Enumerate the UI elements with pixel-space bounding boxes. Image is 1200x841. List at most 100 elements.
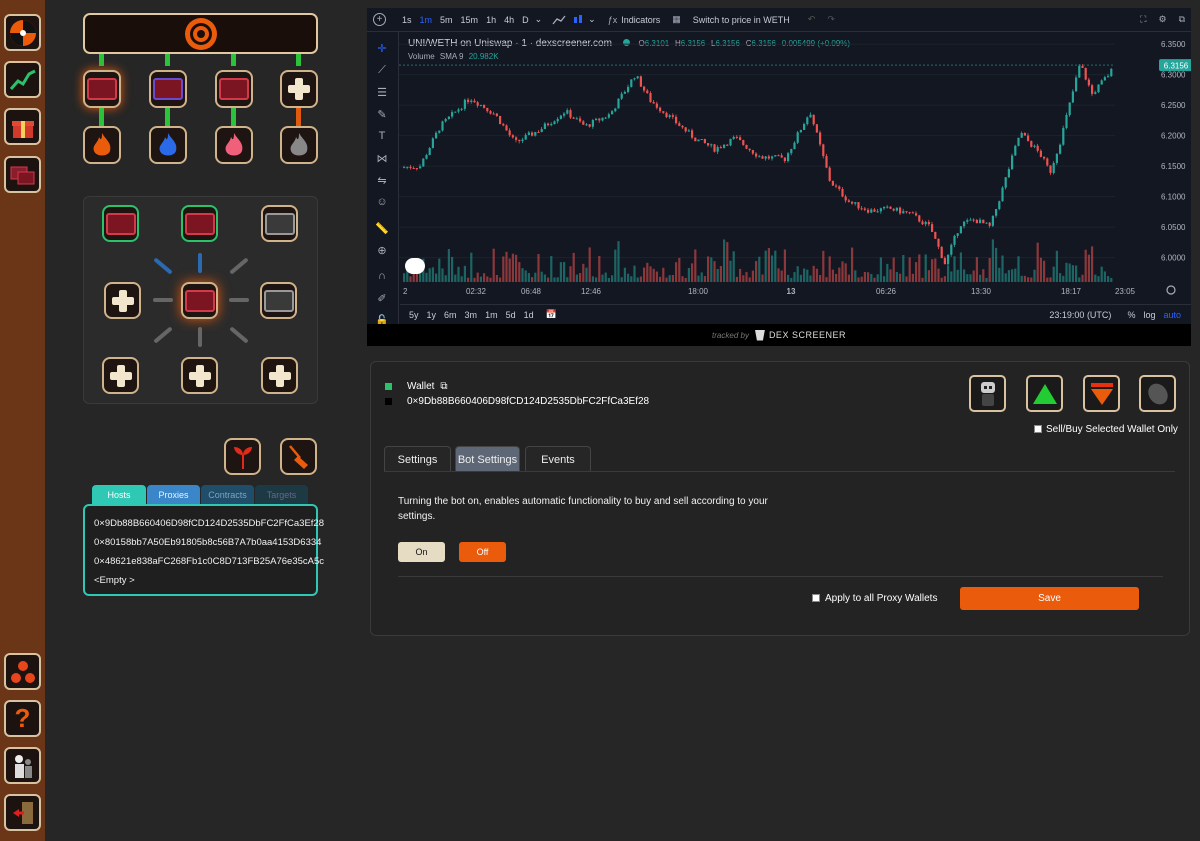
switch-price-button[interactable]: Switch to price in WETH bbox=[693, 15, 790, 25]
fullscreen-icon[interactable]: ⛶ bbox=[1140, 14, 1146, 25]
sell-button[interactable] bbox=[1083, 375, 1120, 412]
list-item[interactable]: 0×80158bb7A50Eb91805b8c56B7A7b0aa4153D63… bbox=[85, 533, 321, 552]
axis-settings-icon[interactable] bbox=[1166, 285, 1176, 295]
brush-tool-icon[interactable]: ✎ bbox=[375, 108, 389, 122]
range-6m[interactable]: 6m bbox=[444, 310, 457, 320]
zoom-in-icon[interactable]: ⊕ bbox=[375, 244, 389, 258]
bot-on-button[interactable]: On bbox=[398, 542, 445, 562]
sell-buy-selected-checkbox[interactable] bbox=[1034, 425, 1042, 433]
candle bbox=[623, 91, 626, 94]
help-button[interactable]: ? bbox=[4, 700, 41, 737]
target-logo-button[interactable] bbox=[4, 14, 41, 51]
fire-slot-1[interactable] bbox=[83, 126, 121, 164]
layout-grid-icon[interactable]: ▦ bbox=[672, 14, 681, 25]
tab-bot-settings[interactable]: Bot Settings bbox=[455, 446, 520, 472]
tab-targets[interactable]: Targets bbox=[255, 485, 308, 504]
snapshot-icon[interactable]: ⧉ bbox=[1179, 14, 1185, 25]
volume-bar bbox=[783, 249, 786, 282]
tab-events[interactable]: Events bbox=[525, 446, 591, 472]
fire-group-button[interactable] bbox=[4, 653, 41, 690]
gear-icon[interactable]: ⚙ bbox=[1158, 14, 1166, 25]
wallet-slot-1[interactable] bbox=[83, 70, 121, 108]
fib-tool-icon[interactable]: ☰ bbox=[375, 86, 389, 100]
chevron-down-icon[interactable]: ⌄ bbox=[535, 14, 543, 25]
range-1y[interactable]: 1y bbox=[427, 310, 437, 320]
candle bbox=[729, 138, 732, 146]
gift-nav-button[interactable] bbox=[4, 108, 41, 145]
add-symbol-icon[interactable]: + bbox=[373, 13, 386, 26]
log-toggle[interactable]: log bbox=[1143, 310, 1155, 320]
proxy-slot[interactable] bbox=[181, 205, 218, 242]
range-1m[interactable]: 1m bbox=[485, 310, 498, 320]
logout-button[interactable] bbox=[4, 794, 41, 831]
burn-button[interactable] bbox=[1139, 375, 1176, 412]
add-proxy-slot[interactable] bbox=[261, 357, 298, 394]
buy-button[interactable] bbox=[1026, 375, 1063, 412]
candlestick-plot[interactable]: 6.3156 6.3500 6.3000 6.2500 6.2000 6.1500 6.10… bbox=[399, 32, 1191, 328]
plant-button[interactable] bbox=[224, 438, 261, 475]
measure-tool-icon[interactable]: ⇋ bbox=[375, 174, 389, 188]
crosshair-tool-icon[interactable]: ✛ bbox=[375, 42, 389, 56]
proxy-slot[interactable] bbox=[260, 282, 297, 319]
calendar-icon[interactable]: 📅 bbox=[546, 309, 557, 320]
wallet-address[interactable]: 0×9Db88B660406D98fCD124D2535DbFC2FfCa3Ef… bbox=[407, 396, 649, 407]
list-item[interactable]: 0×48621e838aFC268Fb1c0C8D713FB25A76e35cA… bbox=[85, 552, 324, 571]
wallet-slot-3[interactable] bbox=[215, 70, 253, 108]
range-3m[interactable]: 3m bbox=[465, 310, 478, 320]
undo-icon[interactable]: ↶ bbox=[808, 14, 816, 25]
wallet-label: Wallet ⧉ bbox=[407, 381, 448, 392]
redo-icon[interactable]: ↷ bbox=[827, 14, 835, 25]
interval-15m[interactable]: 15m bbox=[461, 15, 479, 25]
interval-1h[interactable]: 1h bbox=[486, 15, 496, 25]
apply-all-proxy-checkbox[interactable] bbox=[812, 594, 820, 602]
indicators-button[interactable]: Indicators bbox=[621, 15, 660, 25]
list-item[interactable]: 0×9Db88B660406D98fCD124D2535DbFC2FfCa3Ef… bbox=[85, 514, 324, 533]
lock-drawing-icon[interactable]: ✐ bbox=[375, 292, 389, 306]
add-proxy-slot[interactable] bbox=[181, 357, 218, 394]
tab-hosts[interactable]: Hosts bbox=[92, 485, 146, 504]
range-5y[interactable]: 5y bbox=[409, 310, 419, 320]
line-chart-icon[interactable] bbox=[552, 15, 566, 25]
save-button[interactable]: Save bbox=[960, 587, 1139, 610]
auto-toggle[interactable]: auto bbox=[1163, 310, 1181, 320]
range-1d[interactable]: 1d bbox=[524, 310, 534, 320]
interval-4h[interactable]: 4h bbox=[504, 15, 514, 25]
tab-settings[interactable]: Settings bbox=[384, 446, 451, 472]
candle bbox=[870, 209, 873, 213]
text-tool-icon[interactable]: T bbox=[375, 130, 389, 144]
chart-nav-button[interactable] bbox=[4, 61, 41, 98]
fire-slot-3[interactable] bbox=[215, 126, 253, 164]
sweep-button[interactable] bbox=[280, 438, 317, 475]
emoji-tool-icon[interactable]: ☺ bbox=[375, 196, 389, 210]
magnet-icon[interactable]: ∩ bbox=[375, 270, 389, 284]
bot-off-button[interactable]: Off bbox=[459, 542, 506, 562]
tab-contracts[interactable]: Contracts bbox=[201, 485, 254, 504]
fire-slot-2[interactable] bbox=[149, 126, 187, 164]
fire-slot-4[interactable] bbox=[280, 126, 318, 164]
chevron-down-icon[interactable]: ⌄ bbox=[588, 14, 596, 25]
robot-button[interactable] bbox=[969, 375, 1006, 412]
list-item[interactable]: <Empty > bbox=[85, 571, 316, 590]
percent-toggle[interactable]: % bbox=[1127, 310, 1135, 320]
ruler-tool-icon[interactable]: 📏 bbox=[375, 222, 389, 236]
proxy-slot[interactable] bbox=[261, 205, 298, 242]
profile-button[interactable] bbox=[4, 747, 41, 784]
range-5d[interactable]: 5d bbox=[506, 310, 516, 320]
center-wallet[interactable] bbox=[181, 282, 218, 319]
proxy-slot[interactable] bbox=[102, 205, 139, 242]
volume-bar bbox=[1110, 277, 1113, 282]
tab-proxies[interactable]: Proxies bbox=[147, 485, 200, 504]
external-link-icon[interactable]: ⧉ bbox=[440, 381, 447, 392]
interval-1m[interactable]: 1m bbox=[420, 15, 433, 25]
pattern-tool-icon[interactable]: ⋈ bbox=[375, 152, 389, 166]
candles-icon[interactable] bbox=[572, 14, 584, 26]
add-wallet-slot[interactable] bbox=[280, 70, 318, 108]
interval-d[interactable]: D bbox=[522, 15, 529, 25]
wallet-slot-2[interactable] bbox=[149, 70, 187, 108]
interval-5m[interactable]: 5m bbox=[440, 15, 453, 25]
add-proxy-slot[interactable] bbox=[102, 357, 139, 394]
interval-1s[interactable]: 1s bbox=[402, 15, 412, 25]
trendline-tool-icon[interactable]: ⟋ bbox=[375, 64, 389, 78]
add-proxy-slot[interactable] bbox=[104, 282, 141, 319]
wallets-nav-button[interactable] bbox=[4, 156, 41, 193]
